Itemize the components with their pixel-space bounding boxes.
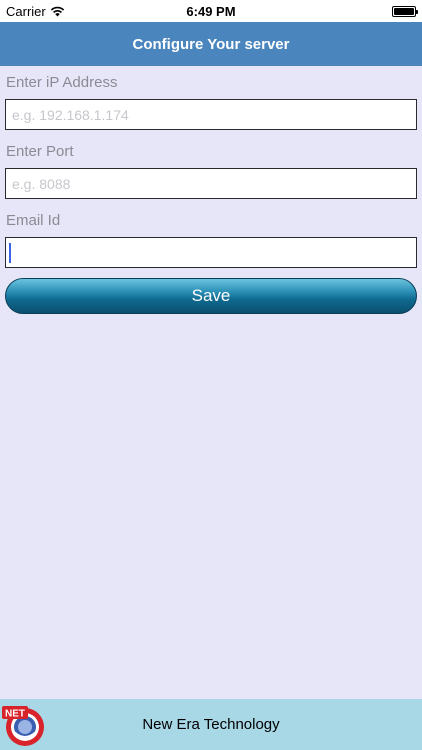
port-label: Enter Port — [6, 143, 74, 160]
save-button[interactable]: Save — [5, 278, 417, 314]
status-time: 6:49 PM — [186, 3, 236, 19]
status-left: Carrier — [6, 4, 126, 19]
nav-bar: Configure Your server — [0, 22, 422, 66]
battery-icon — [391, 5, 418, 17]
wifi-icon — [50, 6, 64, 16]
ip-address-label: Enter iP Address — [6, 74, 118, 91]
port-input[interactable] — [5, 168, 417, 199]
footer: NET New Era Technology — [0, 699, 422, 750]
text-caret — [9, 243, 11, 263]
footer-company-name: New Era Technology — [142, 716, 280, 733]
email-label: Email Id — [6, 212, 61, 229]
logo-text: NET — [5, 709, 25, 720]
email-input[interactable] — [5, 237, 417, 268]
carrier-label: Carrier — [6, 3, 46, 19]
status-right — [296, 5, 418, 17]
status-bar: Carrier 6:49 PM — [0, 0, 422, 22]
page-title: Configure Your server — [132, 35, 290, 53]
ip-address-input[interactable] — [5, 99, 417, 130]
net-logo-icon: NET — [2, 706, 44, 746]
